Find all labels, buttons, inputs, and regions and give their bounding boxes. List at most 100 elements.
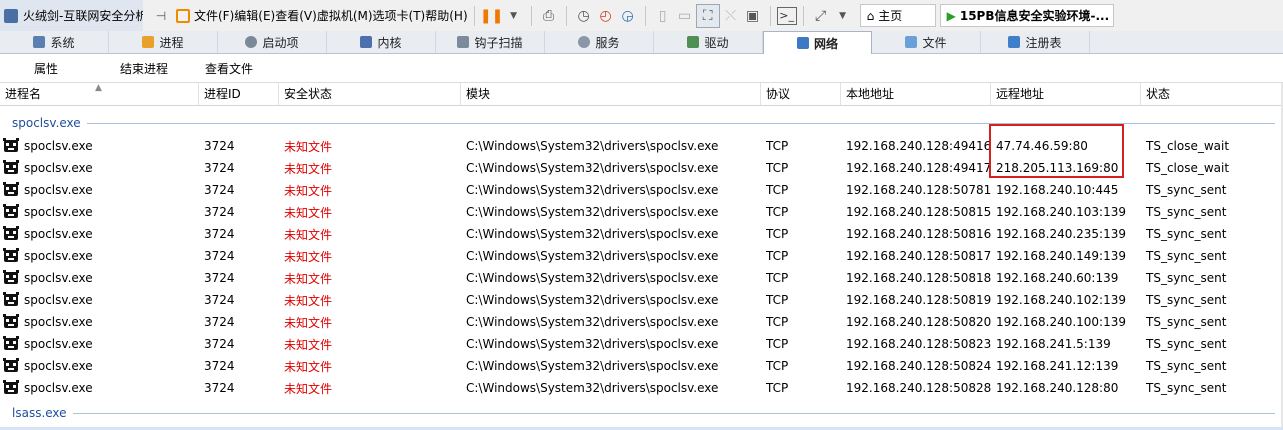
cell-state: TS_sync_sent — [1146, 249, 1227, 263]
tab-hook-scan[interactable]: 钩子扫描 — [436, 31, 545, 53]
tab-system[interactable]: 系统 — [0, 31, 109, 53]
table-row[interactable]: spoclsv.exe 3724 未知文件 C:\Windows\System32\d… — [0, 179, 1283, 201]
tab-network[interactable]: 网络 — [763, 31, 872, 54]
tab-process[interactable]: 进程 — [109, 31, 218, 53]
driver-icon — [687, 36, 700, 48]
cell-pid: 3724 — [204, 139, 235, 153]
cell-local-address: 192.168.240.128:50823 — [846, 337, 991, 351]
group-header[interactable]: lsass.exe — [0, 403, 1283, 423]
cell-security-status: 未知文件 — [284, 161, 333, 176]
menu-view[interactable]: 查看(V) — [275, 7, 317, 24]
startup-icon — [245, 36, 258, 48]
cell-security-status: 未知文件 — [284, 381, 333, 396]
pause-icon[interactable]: ❚❚ — [480, 5, 503, 27]
tab-label: 内核 — [377, 35, 402, 50]
table-row[interactable]: spoclsv.exe 3724 未知文件 C:\Windows\System32\d… — [0, 223, 1283, 245]
browser-tab-home-label: 主页 — [878, 9, 903, 23]
cell-state: TS_sync_sent — [1146, 293, 1227, 307]
menu-file[interactable]: 文件(F) — [194, 7, 234, 24]
chevron-down-icon[interactable]: ▼ — [503, 5, 525, 27]
tab-file[interactable]: 文件 — [872, 31, 981, 53]
column-header-protocol[interactable]: 协议 — [761, 83, 841, 105]
browser-tab-vm-label: 15PB信息安全实验环境-... — [959, 9, 1110, 23]
fullscreen-icon[interactable]: ⛶ — [695, 3, 720, 28]
cell-module: C:\Windows\System32\drivers\spoclsv.exe — [466, 139, 719, 153]
cell-local-address: 192.168.240.128:49416 — [846, 139, 991, 153]
column-header-local-address[interactable]: 本地地址 — [841, 83, 991, 105]
tab-registry[interactable]: 注册表 — [981, 31, 1090, 53]
revert-snapshot-icon[interactable]: ◴ — [595, 5, 617, 27]
toolbar-divider — [802, 5, 804, 26]
send-keys-icon[interactable]: ⎙ — [538, 5, 560, 27]
table-row[interactable]: spoclsv.exe 3724 未知文件 C:\Windows\System32\d… — [0, 245, 1283, 267]
table-row[interactable]: spoclsv.exe 3724 未知文件 C:\Windows\System32\d… — [0, 267, 1283, 289]
cell-pid: 3724 — [204, 337, 235, 351]
process-name: spoclsv.exe — [24, 205, 93, 219]
tab-label: 钩子扫描 — [474, 35, 523, 50]
browser-tab-home[interactable]: ⌂ 主页 — [859, 4, 936, 27]
table-row[interactable]: spoclsv.exe 3724 未知文件 C:\Windows\System32\d… — [0, 333, 1283, 355]
unity-icon[interactable]: ⤬ — [720, 5, 742, 27]
cell-pid: 3724 — [204, 183, 235, 197]
terminal-icon[interactable]: >_ — [776, 6, 797, 25]
cell-local-address: 192.168.240.128:49417 — [846, 161, 991, 175]
console-view-icon[interactable]: ▣ — [742, 5, 764, 27]
column-header-module[interactable]: 模块 — [461, 83, 761, 105]
table-row[interactable]: spoclsv.exe 3724 未知文件 C:\Windows\System32\d… — [0, 377, 1283, 399]
tab-service[interactable]: 服务 — [545, 31, 654, 53]
column-header-security[interactable]: 安全状态 — [279, 83, 461, 105]
table-row[interactable]: spoclsv.exe 3724 未知文件 C:\Windows\System32\d… — [0, 201, 1283, 223]
cell-state: TS_sync_sent — [1146, 205, 1227, 219]
snapshot-icon[interactable]: ◷ — [573, 5, 595, 27]
connection-list: spoclsv.exe 3724 未知文件 C:\Windows\System32\d… — [0, 135, 1283, 399]
tab-startup[interactable]: 启动项 — [218, 31, 327, 53]
menu-help[interactable]: 帮助(H) — [425, 7, 467, 24]
grid-header: 进程名 ▲ 进程ID 安全状态 模块 协议 本地地址 远程地址 状态 — [0, 83, 1283, 106]
kernel-icon — [360, 36, 373, 48]
tab-label: 系统 — [50, 35, 75, 50]
cell-process-name: spoclsv.exe — [0, 358, 199, 374]
cell-pid: 3724 — [204, 249, 235, 263]
cell-security-status: 未知文件 — [284, 139, 333, 154]
table-row[interactable]: spoclsv.exe 3724 未知文件 C:\Windows\System32\d… — [0, 289, 1283, 311]
table-row[interactable]: spoclsv.exe 3724 未知文件 C:\Windows\System32\d… — [0, 135, 1283, 157]
tab-driver[interactable]: 驱动 — [654, 31, 763, 53]
table-row[interactable]: spoclsv.exe 3724 未知文件 C:\Windows\System32\d… — [0, 157, 1283, 179]
thumbnail-view-icon[interactable]: ▭ — [674, 5, 696, 27]
cell-remote-address: 192.168.240.149:139 — [996, 249, 1127, 263]
process-name: spoclsv.exe — [24, 293, 93, 307]
cell-local-address: 192.168.240.128:50818 — [846, 271, 991, 285]
file-icon — [905, 36, 918, 48]
group-header[interactable]: spoclsv.exe — [0, 113, 1283, 133]
column-header-remote-address[interactable]: 远程地址 — [991, 83, 1141, 105]
vmware-icon[interactable] — [172, 5, 194, 27]
app-title-tab[interactable]: 火绒剑-互联网安全分析 — [0, 0, 143, 31]
browser-tab-vm[interactable]: ▶ 15PB信息安全实验环境-... — [939, 4, 1114, 27]
table-row[interactable]: spoclsv.exe 3724 未知文件 C:\Windows\System32\d… — [0, 355, 1283, 377]
column-header-state[interactable]: 状态 — [1141, 83, 1281, 105]
pin-icon[interactable]: ⊣ — [150, 5, 172, 27]
cell-security-status: 未知文件 — [284, 183, 333, 198]
sidebar-view-icon[interactable]: ▯ — [652, 5, 674, 27]
cell-protocol: TCP — [766, 381, 789, 395]
end-process-button[interactable]: 结束进程 — [120, 60, 168, 77]
process-icon — [3, 358, 19, 374]
cell-module: C:\Windows\System32\drivers\spoclsv.exe — [466, 315, 719, 329]
column-header-pid[interactable]: 进程ID — [199, 83, 279, 105]
properties-button[interactable]: 属性 — [34, 60, 58, 77]
table-row[interactable]: spoclsv.exe 3724 未知文件 C:\Windows\System32\d… — [0, 311, 1283, 333]
menu-edit[interactable]: 编辑(E) — [234, 7, 275, 24]
menu-tabs[interactable]: 选项卡(T) — [373, 7, 426, 24]
process-icon — [3, 248, 19, 264]
column-header-process-name[interactable]: 进程名 ▲ — [0, 83, 199, 105]
cell-remote-address: 192.168.240.103:139 — [996, 205, 1127, 219]
view-file-button[interactable]: 查看文件 — [205, 60, 253, 77]
chevron-down-icon[interactable]: ▼ — [832, 5, 854, 27]
stretch-icon[interactable]: ⤢ — [810, 5, 832, 27]
tab-kernel[interactable]: 内核 — [327, 31, 436, 53]
cell-state: TS_sync_sent — [1146, 271, 1227, 285]
snapshot-manager-icon[interactable]: ◶ — [617, 5, 639, 27]
process-icon — [3, 380, 19, 396]
menu-vm[interactable]: 虚拟机(M) — [317, 7, 373, 24]
toolbar-divider — [769, 5, 771, 26]
